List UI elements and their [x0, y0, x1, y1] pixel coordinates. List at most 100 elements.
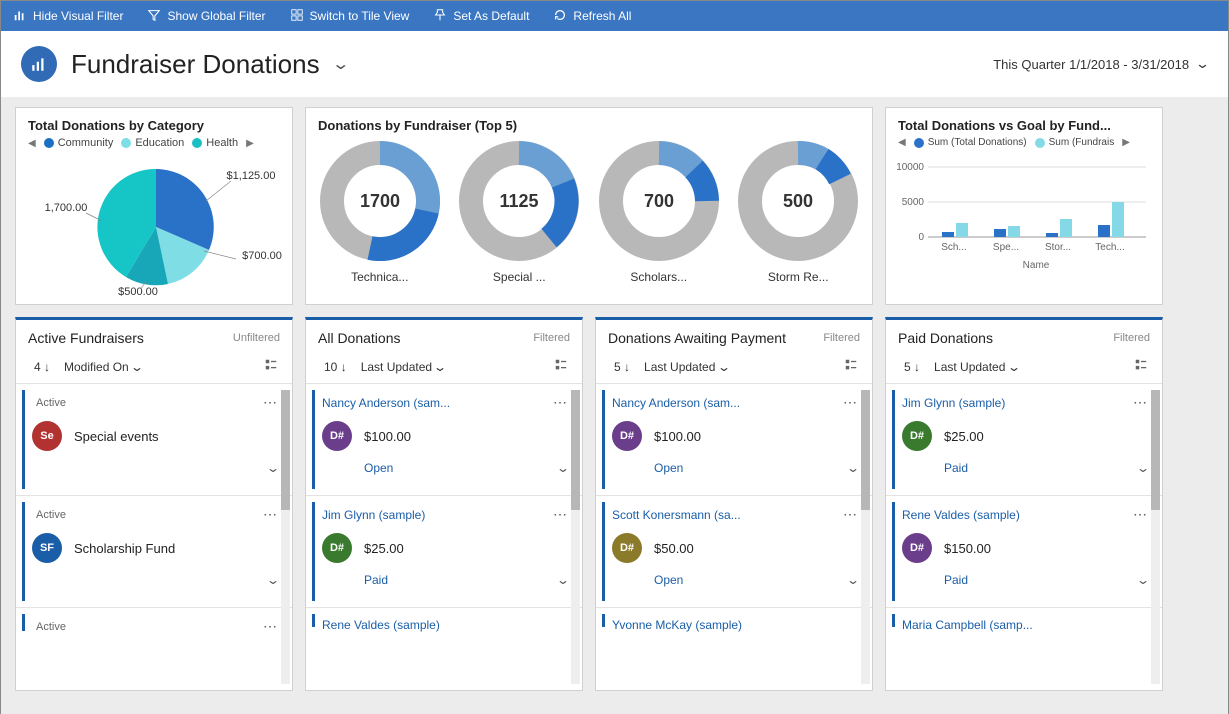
svg-text:$700.00: $700.00: [242, 250, 282, 262]
item-name[interactable]: Rene Valdes (sample): [902, 508, 1020, 522]
sort-field[interactable]: Last Updated ⌄: [361, 360, 446, 374]
list-item[interactable]: Scott Konersmann (sa...⋯ D#$50.00 Open⌄: [596, 495, 872, 607]
sort-field[interactable]: Modified On ⌄: [64, 360, 142, 374]
title-chevron-icon[interactable]: ⌄: [331, 54, 350, 74]
date-range-selector[interactable]: This Quarter 1/1/2018 - 3/31/2018 ⌄: [993, 56, 1208, 72]
count-sort[interactable]: 5 ↓: [904, 360, 920, 374]
more-icon[interactable]: ⋯: [843, 394, 858, 411]
sort-field[interactable]: Last Updated ⌄: [934, 360, 1019, 374]
item-name[interactable]: Jim Glynn (sample): [902, 396, 1005, 410]
list-title: Active Fundraisers: [28, 330, 144, 346]
chart-donations-by-fundraiser[interactable]: Donations by Fundraiser (Top 5) 1700 Tec…: [305, 107, 873, 305]
scrollbar[interactable]: [1151, 390, 1160, 684]
list-item[interactable]: Maria Campbell (samp...: [886, 607, 1162, 633]
list-item[interactable]: Active⋯ SeSpecial events ⌄: [16, 383, 292, 495]
item-amount: $50.00: [654, 541, 694, 556]
pie-chart: $1,125.00 $700.00 $500.00 1,700.00: [16, 151, 294, 297]
list-body: Jim Glynn (sample)⋯ D#$25.00 Paid⌄ Rene …: [886, 383, 1162, 633]
dashboard-body: Total Donations by Category ◀ Community …: [1, 97, 1228, 714]
list-body: Active⋯ SeSpecial events ⌄ Active⋯ SFSch…: [16, 383, 292, 637]
scrollbar[interactable]: [861, 390, 870, 684]
svg-text:1,700.00: 1,700.00: [45, 202, 88, 214]
more-icon[interactable]: ⋯: [263, 506, 278, 523]
svg-text:Spe...: Spe...: [993, 242, 1019, 253]
chevron-down-icon[interactable]: ⌄: [556, 573, 570, 587]
item-amount: $100.00: [654, 429, 701, 444]
item-status: Paid: [944, 461, 968, 475]
chart-total-by-category[interactable]: Total Donations by Category ◀ Community …: [15, 107, 293, 305]
item-name[interactable]: Yvonne McKay (sample): [612, 618, 742, 632]
more-icon[interactable]: ⋯: [553, 506, 568, 523]
more-icon[interactable]: ⋯: [1133, 394, 1148, 411]
count-sort[interactable]: 4 ↓: [34, 360, 50, 374]
item-amount: $100.00: [364, 429, 411, 444]
entity-icon: [21, 46, 57, 82]
view-toggle-icon[interactable]: [1134, 358, 1148, 375]
list-tile-awaiting[interactable]: Donations Awaiting Payment Filtered 5 ↓ …: [595, 317, 873, 691]
chevron-down-icon[interactable]: ⌄: [266, 573, 280, 587]
list-item[interactable]: Rene Valdes (sample)⋯ D#$150.00 Paid⌄: [886, 495, 1162, 607]
list-tile-all[interactable]: All Donations Filtered 10 ↓ Last Updated…: [305, 317, 583, 691]
item-name[interactable]: Nancy Anderson (sam...: [322, 396, 450, 410]
more-icon[interactable]: ⋯: [553, 394, 568, 411]
list-item[interactable]: Yvonne McKay (sample): [596, 607, 872, 633]
avatar: D#: [612, 533, 642, 563]
chart-title: Donations by Fundraiser (Top 5): [306, 108, 872, 135]
chevron-down-icon[interactable]: ⌄: [266, 461, 280, 475]
list-body: Nancy Anderson (sam...⋯ D#$100.00 Open⌄ …: [306, 383, 582, 633]
svg-text:Tech...: Tech...: [1095, 242, 1124, 253]
item-name[interactable]: Jim Glynn (sample): [322, 508, 425, 522]
item-name[interactable]: Rene Valdes (sample): [322, 618, 440, 632]
more-icon[interactable]: ⋯: [263, 394, 278, 411]
item-name[interactable]: Scott Konersmann (sa...: [612, 508, 741, 522]
scrollbar[interactable]: [281, 390, 290, 684]
item-name[interactable]: Maria Campbell (samp...: [902, 618, 1033, 632]
chevron-down-icon[interactable]: ⌄: [846, 461, 860, 475]
filter-status: Filtered: [1113, 332, 1150, 344]
svg-text:0: 0: [918, 232, 924, 243]
view-toggle-icon[interactable]: [844, 358, 858, 375]
funnel-icon: [147, 8, 161, 25]
page-title: Fundraiser Donations: [71, 49, 320, 80]
hide-visual-filter-button[interactable]: Hide Visual Filter: [13, 8, 123, 25]
chart-icon: [13, 8, 27, 25]
more-icon[interactable]: ⋯: [843, 506, 858, 523]
item-name: Special events: [74, 429, 159, 444]
list-item[interactable]: Active⋯: [16, 607, 292, 637]
refresh-all-button[interactable]: Refresh All: [553, 8, 631, 25]
list-item[interactable]: Nancy Anderson (sam...⋯ D#$100.00 Open⌄: [306, 383, 582, 495]
view-toggle-icon[interactable]: [264, 358, 278, 375]
list-item[interactable]: Jim Glynn (sample)⋯ D#$25.00 Paid⌄: [306, 495, 582, 607]
chevron-down-icon[interactable]: ⌄: [1136, 461, 1150, 475]
list-item[interactable]: Nancy Anderson (sam...⋯ D#$100.00 Open⌄: [596, 383, 872, 495]
set-default-button[interactable]: Set As Default: [433, 8, 529, 25]
list-title: Donations Awaiting Payment: [608, 330, 786, 346]
sort-field[interactable]: Last Updated ⌄: [644, 360, 729, 374]
item-status: Open: [364, 461, 393, 475]
list-item[interactable]: Jim Glynn (sample)⋯ D#$25.00 Paid⌄: [886, 383, 1162, 495]
list-tile-paid[interactable]: Paid Donations Filtered 5 ↓ Last Updated…: [885, 317, 1163, 691]
refresh-icon: [553, 8, 567, 25]
list-tile-active[interactable]: Active Fundraisers Unfiltered 4 ↓ Modifi…: [15, 317, 293, 691]
legend-next-icon[interactable]: ▶: [246, 138, 254, 149]
item-amount: $25.00: [944, 429, 984, 444]
legend-prev-icon[interactable]: ◀: [28, 138, 36, 149]
more-icon[interactable]: ⋯: [263, 618, 278, 635]
chart-donations-vs-goal[interactable]: Total Donations vs Goal by Fund... ◀ Sum…: [885, 107, 1163, 305]
more-icon[interactable]: ⋯: [1133, 506, 1148, 523]
list-item[interactable]: Rene Valdes (sample): [306, 607, 582, 633]
legend-prev-icon[interactable]: ◀: [898, 137, 906, 148]
item-status: Paid: [944, 573, 968, 587]
view-toggle-icon[interactable]: [554, 358, 568, 375]
list-item[interactable]: Active⋯ SFScholarship Fund ⌄: [16, 495, 292, 607]
count-sort[interactable]: 5 ↓: [614, 360, 630, 374]
chevron-down-icon[interactable]: ⌄: [556, 461, 570, 475]
legend-next-icon[interactable]: ▶: [1122, 137, 1130, 148]
chevron-down-icon[interactable]: ⌄: [846, 573, 860, 587]
scrollbar[interactable]: [571, 390, 580, 684]
count-sort[interactable]: 10 ↓: [324, 360, 347, 374]
item-name[interactable]: Nancy Anderson (sam...: [612, 396, 740, 410]
show-global-filter-button[interactable]: Show Global Filter: [147, 8, 265, 25]
switch-tile-view-button[interactable]: Switch to Tile View: [290, 8, 410, 25]
chevron-down-icon[interactable]: ⌄: [1136, 573, 1150, 587]
